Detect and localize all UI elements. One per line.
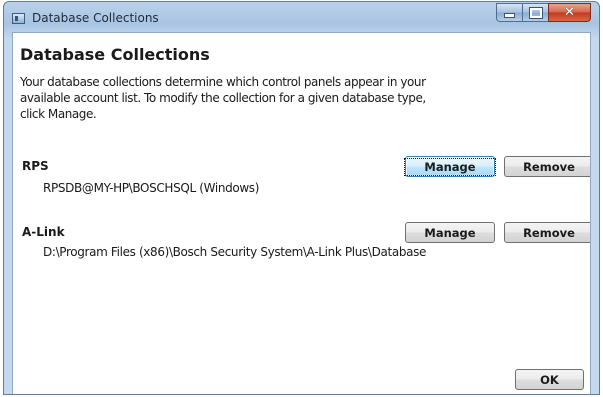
manage-button-alink[interactable]: Manage — [405, 222, 495, 243]
description-line: Your database collections determine whic… — [20, 75, 426, 89]
description-line: available account list. To modify the co… — [20, 91, 426, 105]
maximize-icon — [528, 6, 543, 19]
description-line: click Manage. — [20, 107, 97, 121]
dialog-content: Database Collections Your database colle… — [12, 32, 591, 394]
manage-button-label: Manage — [424, 225, 476, 240]
manage-button-label: Manage — [404, 157, 496, 176]
minimize-icon — [504, 13, 515, 18]
minimize-button[interactable] — [496, 3, 522, 22]
manage-button-rps[interactable]: Manage — [404, 156, 496, 177]
maximize-button[interactable] — [522, 3, 548, 22]
description: Your database collections determine whic… — [20, 74, 460, 122]
dialog-window: Database Collections ✕ Database Collecti… — [3, 1, 600, 395]
remove-button-label: Remove — [523, 159, 575, 174]
close-button[interactable]: ✕ — [548, 3, 591, 22]
collection-path-rps: RPSDB@MY-HP\BOSCHSQL (Windows) — [43, 181, 260, 195]
window-title: Database Collections — [32, 11, 159, 25]
collection-path-alink: D:\Program Files (x86)\Bosch Security Sy… — [43, 245, 427, 259]
collection-name-alink: A-Link — [22, 225, 65, 239]
collection-name-rps: RPS — [22, 159, 49, 173]
remove-button-alink[interactable]: Remove — [504, 222, 590, 243]
window-controls: ✕ — [496, 3, 591, 22]
app-window-icon — [12, 13, 25, 24]
title-bar[interactable]: Database Collections ✕ — [4, 2, 599, 34]
page-title: Database Collections — [20, 45, 210, 64]
remove-button-rps[interactable]: Remove — [504, 156, 590, 177]
remove-button-label: Remove — [523, 225, 575, 240]
ok-button[interactable]: OK — [515, 369, 584, 390]
ok-button-label: OK — [540, 372, 559, 387]
close-icon: ✕ — [564, 5, 575, 20]
